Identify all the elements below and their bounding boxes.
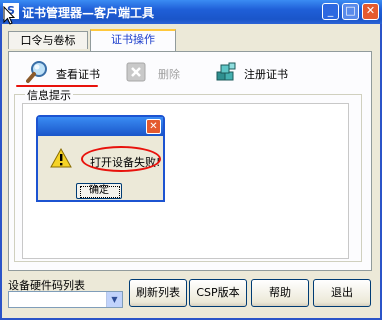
minimize-button[interactable]: _ (322, 3, 339, 20)
cubes-icon (216, 62, 236, 81)
title-bar[interactable]: S 证书管理器—客户端工具 _ □ ✕ (0, 0, 382, 24)
info-legend: 信息提示 (25, 87, 73, 103)
view-certificate-label: 查看证书 (56, 68, 100, 81)
close-button[interactable]: ✕ (362, 3, 379, 20)
dialog-close-button[interactable]: ✕ (146, 119, 161, 134)
tab-label: 口令与卷标 (20, 34, 76, 47)
error-dialog: ✕ 打开设备失败! 确定 (36, 115, 165, 202)
window-title: 证书管理器—客户端工具 (22, 6, 155, 20)
magnifier-icon (26, 61, 47, 83)
chevron-down-icon[interactable]: ▼ (106, 292, 122, 307)
dialog-title-bar[interactable]: ✕ (38, 117, 163, 136)
tab-certificate-operations[interactable]: 证书操作 (90, 29, 176, 51)
tab-label: 证书操作 (111, 33, 155, 46)
delete-label: 删除 (158, 68, 180, 81)
csp-version-button[interactable]: CSP版本 (189, 279, 247, 307)
register-certificate-label: 注册证书 (244, 68, 288, 81)
maximize-button[interactable]: □ (342, 3, 359, 20)
device-select[interactable]: ▼ (8, 291, 123, 308)
red-circle-annotation (81, 146, 161, 172)
focus-rect (80, 186, 120, 198)
ok-button[interactable]: 确定 (76, 183, 122, 199)
warning-icon (50, 148, 72, 168)
mouse-cursor-icon (3, 6, 15, 25)
delete-x-icon (126, 62, 146, 82)
tab-password-label[interactable]: 口令与卷标 (8, 31, 88, 49)
help-button[interactable]: 帮助 (251, 279, 309, 307)
refresh-list-button[interactable]: 刷新列表 (129, 279, 187, 307)
exit-button[interactable]: 退出 (313, 279, 371, 307)
